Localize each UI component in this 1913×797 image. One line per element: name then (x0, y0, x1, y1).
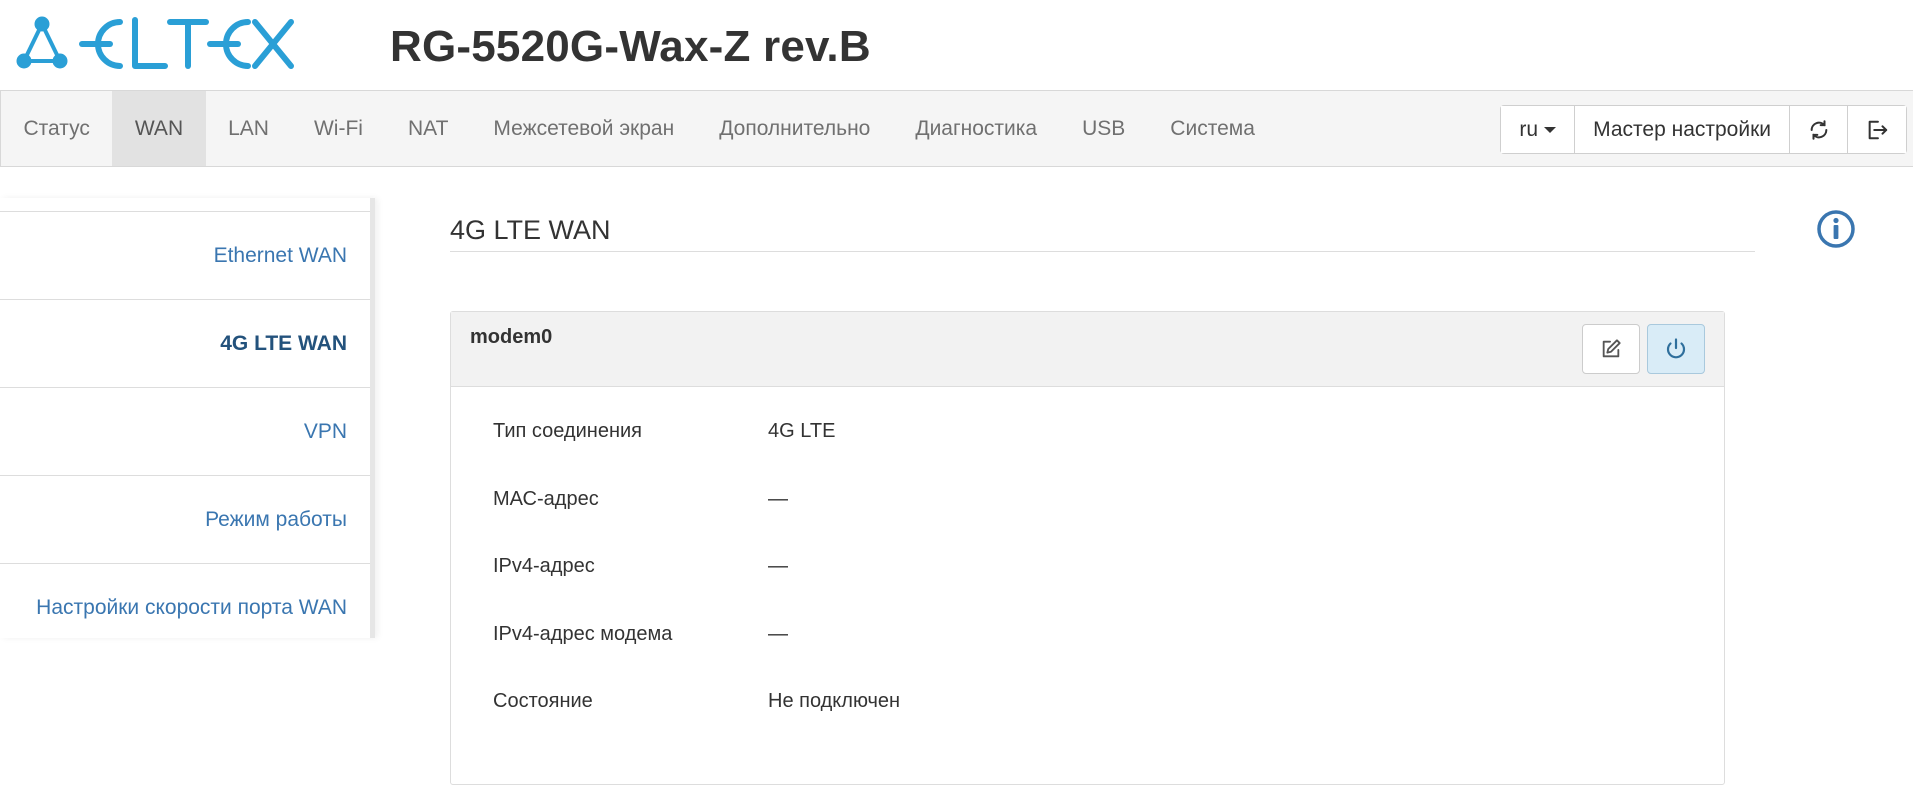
page-header: RG-5520G-Wax-Z rev.B (0, 0, 1913, 90)
page-title: 4G LTE WAN (450, 215, 611, 245)
sidebar-item-vpn[interactable]: VPN (0, 387, 370, 475)
sidebar-item-ethernet-wan[interactable]: Ethernet WAN (0, 211, 370, 299)
heading-divider (450, 251, 1755, 252)
nav-actions: ru Мастер настройки (1500, 105, 1907, 154)
nav-item-diagnostics[interactable]: Диагностика (893, 91, 1060, 166)
sidebar-item-wan-port-speed[interactable]: Настройки скорости порта WAN (0, 563, 370, 651)
refresh-icon (1810, 119, 1827, 140)
row-label: Тип соединения (493, 420, 642, 442)
nav-item-firewall[interactable]: Межсетевой экран (471, 91, 697, 166)
setup-wizard-button[interactable]: Мастер настройки (1575, 106, 1790, 153)
info-icon[interactable] (1816, 209, 1856, 249)
top-navbar: Статус WAN LAN Wi-Fi NAT Межсетевой экра… (0, 90, 1913, 167)
info-row-mac-address: МАС-адрес — (493, 485, 900, 553)
nav-item-system[interactable]: Система (1148, 91, 1278, 166)
nav-item-advanced[interactable]: Дополнительно (697, 91, 893, 166)
sidebar-item-operating-mode[interactable]: Режим работы (0, 475, 370, 563)
eltex-logo (16, 16, 294, 69)
edit-icon (1602, 339, 1621, 358)
info-row-connection-type: Тип соединения 4G LTE (493, 417, 900, 485)
logout-button[interactable] (1848, 106, 1906, 153)
language-dropdown[interactable]: ru (1501, 106, 1576, 153)
row-value: 4G LTE (768, 420, 836, 442)
language-label: ru (1519, 118, 1539, 141)
row-label: IPv4-адрес (493, 555, 595, 577)
row-value: — (768, 487, 788, 510)
nav-item-status[interactable]: Статус (1, 91, 112, 166)
sidebar-item-4g-lte-wan[interactable]: 4G LTE WAN (0, 299, 370, 387)
power-button[interactable] (1647, 324, 1705, 374)
row-label: МАС-адрес (493, 487, 599, 510)
row-value: — (768, 555, 788, 577)
device-title: RG-5520G-Wax-Z rev.B (390, 22, 871, 71)
nav-menu: Статус WAN LAN Wi-Fi NAT Межсетевой экра… (1, 91, 1277, 166)
row-label: Состояние (493, 690, 593, 712)
nav-item-usb[interactable]: USB (1060, 91, 1148, 166)
info-row-ipv4-address: IPv4-адрес — (493, 552, 900, 620)
refresh-button[interactable] (1790, 106, 1848, 153)
row-label: IPv4-адрес модема (493, 622, 673, 645)
info-row-state: Состояние Не подключен (493, 687, 900, 755)
wan-sidebar: Ethernet WAN 4G LTE WAN VPN Режим работы… (0, 198, 375, 638)
nav-item-wifi[interactable]: Wi-Fi (291, 91, 385, 166)
modem-info-list: Тип соединения 4G LTE МАС-адрес — IPv4-а… (493, 417, 900, 755)
nav-item-wan[interactable]: WAN (112, 91, 206, 166)
row-value: Не подключен (768, 690, 901, 712)
panel-header: modem0 (451, 312, 1724, 387)
logout-icon (1868, 120, 1888, 139)
nav-item-lan[interactable]: LAN (206, 91, 292, 166)
caret-down-icon (1544, 126, 1557, 133)
edit-button[interactable] (1582, 324, 1640, 374)
modem-panel: modem0 Тип соединения 4G LTE МАС-адрес —… (450, 311, 1725, 785)
row-value: — (768, 622, 788, 645)
nav-item-nat[interactable]: NAT (385, 91, 470, 166)
power-icon (1666, 338, 1686, 359)
panel-title: modem0 (470, 326, 553, 348)
info-row-modem-ipv4-address: IPv4-адрес модема — (493, 620, 900, 688)
